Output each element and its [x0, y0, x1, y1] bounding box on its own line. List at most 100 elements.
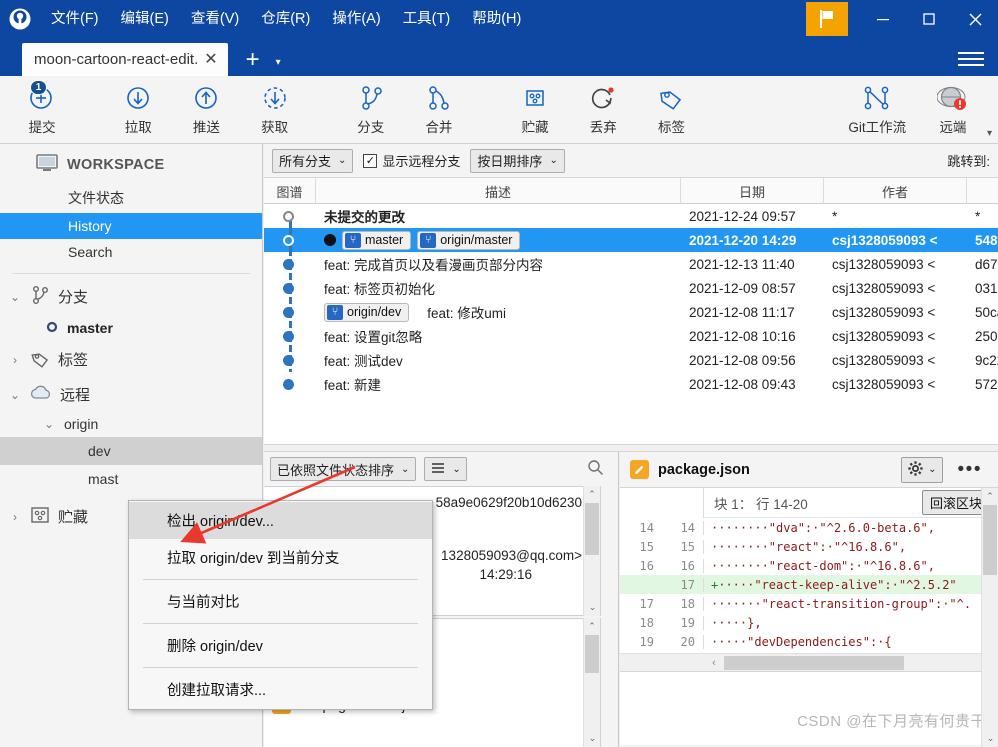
table-row[interactable]: ⑂ origin/dev feat: 修改umi 2021-12-08 11:1… [264, 300, 998, 324]
scroll-up-icon[interactable]: ⌃ [584, 618, 600, 635]
chevron-right-icon[interactable]: › [8, 510, 22, 524]
branch-filter-dropdown[interactable]: 所有分支 ⌄ [272, 149, 353, 173]
sidebar-remote-branch-dev[interactable]: dev [0, 437, 262, 465]
table-row[interactable]: feat: 完成首页以及看漫画页部分内容 2021-12-13 11:40 cs… [264, 252, 998, 276]
scroll-down-icon[interactable]: ⌄ [982, 730, 998, 747]
search-icon[interactable] [587, 459, 604, 479]
table-row[interactable]: 未提交的更改 2021-12-24 09:57 * * [264, 204, 998, 228]
commit-node-icon [283, 331, 294, 342]
chevron-down-icon[interactable]: ⌄ [8, 290, 22, 304]
sidebar-group-branches[interactable]: ⌄ 分支 [0, 278, 262, 315]
toolbar-tag[interactable]: 标签 [637, 78, 705, 142]
scroll-up-icon[interactable]: ⌃ [584, 486, 600, 503]
toolbar-overflow-icon[interactable]: ▾ [987, 128, 992, 139]
column-header-author[interactable]: 作者 [824, 178, 967, 204]
context-menu-item-create-pull-request[interactable]: 创建拉取请求... [129, 671, 432, 708]
branch-icon: ⑂ [345, 233, 361, 248]
menu-edit[interactable]: 编辑(E) [110, 8, 180, 31]
chevron-down-icon[interactable]: ⌄ [42, 417, 56, 431]
view-mode-button[interactable]: ⌄ [424, 457, 466, 481]
toolbar-fetch[interactable]: 获取 [241, 78, 309, 142]
hamburger-menu-icon[interactable] [958, 48, 984, 70]
filelist-scrollbar[interactable]: ⌃ ⌄ [583, 618, 600, 747]
minimize-button[interactable] [860, 0, 906, 38]
toolbar-gitflow[interactable]: Git工作流 [836, 78, 919, 142]
diff-settings-button[interactable]: ⌄ [901, 457, 942, 483]
branch-node-icon [46, 321, 58, 336]
scroll-up-icon[interactable]: ⌃ [982, 488, 998, 505]
toolbar-remote[interactable]: 远端 [919, 78, 987, 142]
rollback-hunk-button[interactable]: 回滚区块 [922, 490, 990, 515]
column-header-commit[interactable]: 提交 [967, 178, 998, 204]
history-table-body[interactable]: 未提交的更改 2021-12-24 09:57 * * ⑂ master ⑂ o… [264, 204, 998, 444]
sidebar-item-history[interactable]: History [0, 213, 262, 239]
menu-help[interactable]: 帮助(H) [461, 8, 532, 31]
horizontal-splitter[interactable] [264, 444, 998, 452]
sidebar-branch-master[interactable]: master [0, 315, 262, 341]
scroll-left-icon[interactable]: ‹ [704, 657, 724, 669]
close-button[interactable] [952, 0, 998, 38]
menu-view[interactable]: 查看(V) [180, 8, 250, 31]
scroll-down-icon[interactable]: ⌄ [584, 730, 601, 747]
scrollbar-thumb[interactable] [585, 503, 599, 555]
toolbar-push[interactable]: 推送 [172, 78, 240, 142]
new-tab-button[interactable]: + [228, 48, 270, 76]
context-menu-item-delete[interactable]: 删除 origin/dev [129, 627, 432, 664]
chevron-right-icon[interactable]: › [8, 353, 22, 367]
column-header-date[interactable]: 日期 [681, 178, 824, 204]
sidebar-item-search[interactable]: Search [0, 239, 262, 265]
toolbar-discard[interactable]: 丢弃 [569, 78, 637, 142]
sidebar-item-file-status[interactable]: 文件状态 [0, 183, 262, 213]
ref-tag-origin-master[interactable]: ⑂ origin/master [417, 231, 520, 250]
table-row[interactable]: feat: 新建 2021-12-08 09:43 csj1328059093 … [264, 372, 998, 396]
tab-repository[interactable]: moon-cartoon-react-edit. ✕ [22, 43, 228, 76]
sidebar-remote-origin-label: origin [64, 416, 98, 432]
table-row[interactable]: ⑂ master ⑂ origin/master 2021-12-20 14:2… [264, 228, 998, 252]
context-menu-item-compare[interactable]: 与当前对比 [129, 583, 432, 620]
file-sort-dropdown[interactable]: 已依照文件状态排序 ⌄ [270, 457, 416, 481]
context-menu-item-pull[interactable]: 拉取 origin/dev 到当前分支 [129, 539, 432, 576]
toolbar-branch[interactable]: 分支 [337, 78, 405, 142]
menu-repository[interactable]: 仓库(R) [250, 8, 321, 31]
sidebar-remote-origin[interactable]: ⌄ origin [0, 411, 262, 437]
ref-tag-origin-dev[interactable]: ⑂ origin/dev [324, 303, 409, 322]
ref-tag-master[interactable]: ⑂ master [342, 231, 411, 250]
context-menu[interactable]: 检出 origin/dev... 拉取 origin/dev 到当前分支 与当前… [128, 500, 433, 710]
toolbar-fetch-label: 获取 [261, 116, 288, 136]
column-header-description[interactable]: 描述 [316, 178, 681, 204]
context-menu-item-checkout[interactable]: 检出 origin/dev... [129, 502, 432, 539]
sort-dropdown[interactable]: 按日期排序 ⌄ [470, 149, 564, 173]
sidebar-remote-branch-master[interactable]: mast [0, 465, 262, 493]
diff-content[interactable]: 14 14 ········"dva":·"^2.6.0-beta.6", 15… [620, 518, 998, 653]
graph-cell [264, 300, 316, 324]
toolbar-merge[interactable]: 合并 [405, 78, 473, 142]
toolbar-stash[interactable]: 贮藏 [501, 78, 569, 142]
table-row[interactable]: feat: 标签页初始化 2021-12-09 08:57 csj1328059… [264, 276, 998, 300]
sidebar-group-tags[interactable]: › 标签 [0, 341, 262, 378]
sidebar-group-remotes[interactable]: ⌄ 远程 [0, 378, 262, 411]
old-line-number: 18 [620, 616, 662, 630]
detail-scrollbar[interactable]: ⌃ ⌄ [583, 486, 600, 616]
toolbar-commit[interactable]: 1 提交 [8, 78, 76, 142]
chevron-down-icon[interactable]: ⌄ [8, 388, 22, 402]
flag-icon[interactable] [806, 2, 848, 36]
maximize-button[interactable] [906, 0, 952, 38]
menu-actions[interactable]: 操作(A) [321, 8, 391, 31]
close-icon[interactable]: ✕ [202, 52, 219, 68]
chevron-down-icon[interactable]: ▾ [270, 57, 287, 76]
scroll-down-icon[interactable]: ⌄ [584, 599, 601, 616]
scrollbar-thumb[interactable] [724, 656, 904, 670]
table-row[interactable]: feat: 设置git忽略 2021-12-08 10:16 csj132805… [264, 324, 998, 348]
table-row[interactable]: feat: 测试dev 2021-12-08 09:56 csj13280590… [264, 348, 998, 372]
show-remote-branches-checkbox[interactable]: ✓ 显示远程分支 [363, 151, 460, 170]
menu-tools[interactable]: 工具(T) [392, 8, 462, 31]
scrollbar-thumb[interactable] [983, 505, 997, 575]
toolbar-tag-label: 标签 [658, 116, 685, 136]
diff-horizontal-scrollbar[interactable]: ‹ › [620, 653, 998, 671]
diff-scrollbar[interactable]: ⌃ ⌄ [981, 488, 998, 747]
toolbar-pull[interactable]: 拉取 [104, 78, 172, 142]
menu-file[interactable]: 文件(F) [40, 8, 110, 31]
column-header-graph[interactable]: 图谱 [264, 178, 316, 204]
more-dots-icon[interactable]: ••• [952, 460, 988, 479]
scrollbar-thumb[interactable] [585, 635, 599, 673]
